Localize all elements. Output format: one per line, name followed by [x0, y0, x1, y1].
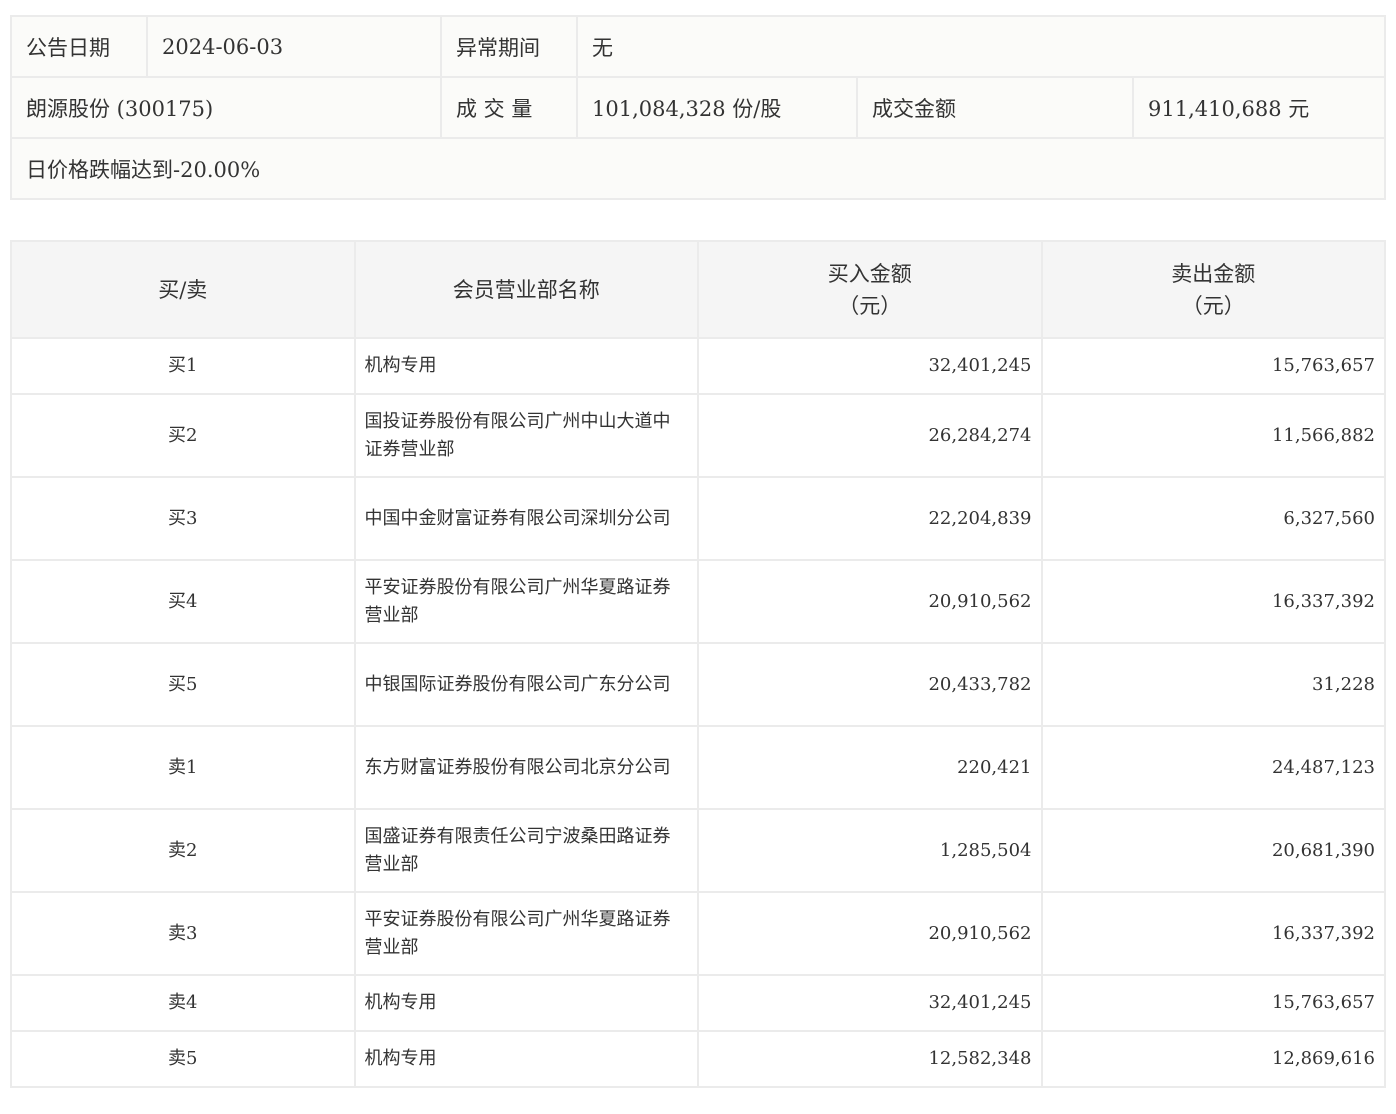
cell-sell: 12,869,616: [1040, 1030, 1386, 1088]
table-row: 卖1 东方财富证券股份有限公司北京分公司 220,421 24,487,123: [10, 725, 1386, 810]
cell-buy: 26,284,274: [697, 393, 1043, 478]
cell-name: 机构专用: [353, 974, 699, 1032]
header-side: 买/卖: [10, 240, 356, 339]
volume-label: 成 交 量: [440, 76, 578, 139]
cell-side: 买1: [10, 337, 356, 395]
cell-side: 卖4: [10, 974, 356, 1032]
cell-name: 平安证券股份有限公司广州华夏路证券营业部: [353, 559, 699, 644]
date-label: 公告日期: [10, 15, 148, 78]
cell-buy: 32,401,245: [697, 337, 1043, 395]
table-row: 卖2 国盛证券有限责任公司宁波桑田路证券营业部 1,285,504 20,681,39…: [10, 808, 1386, 893]
cell-side: 卖2: [10, 808, 356, 893]
table-row: 卖3 平安证券股份有限公司广州华夏路证券营业部 20,910,562 16,337,3…: [10, 891, 1386, 976]
cell-side: 买2: [10, 393, 356, 478]
reason: 日价格跌幅达到-20.00%: [10, 137, 1386, 200]
table-row: 买3 中国中金财富证券有限公司深圳分公司 22,204,839 6,327,560: [10, 476, 1386, 561]
cell-sell: 20,681,390: [1040, 808, 1386, 893]
amount-label: 成交金额: [856, 76, 1134, 139]
table-row: 买5 中银国际证券股份有限公司广东分公司 20,433,782 31,228: [10, 642, 1386, 727]
cell-buy: 12,582,348: [697, 1030, 1043, 1088]
header-sell: 卖出金额 （元）: [1040, 240, 1386, 339]
cell-name: 中银国际证券股份有限公司广东分公司: [353, 642, 699, 727]
cell-sell: 15,763,657: [1040, 337, 1386, 395]
cell-buy: 22,204,839: [697, 476, 1043, 561]
header-buy-unit: （元）: [838, 293, 902, 318]
cell-name: 国盛证券有限责任公司宁波桑田路证券营业部: [353, 808, 699, 893]
cell-name: 国投证券股份有限公司广州中山大道中证券营业部: [353, 393, 699, 478]
header-sell-unit: （元）: [1181, 293, 1245, 318]
announcement-info-table: 公告日期 2024-06-03 异常期间 无 朗源股份 (300175) 成 交…: [10, 15, 1386, 200]
cell-sell: 16,337,392: [1040, 559, 1386, 644]
cell-name: 机构专用: [353, 337, 699, 395]
cell-buy: 1,285,504: [697, 808, 1043, 893]
period-value: 无: [576, 15, 1386, 78]
header-sell-label: 卖出金额: [1171, 261, 1256, 286]
table-row: 买4 平安证券股份有限公司广州华夏路证券营业部 20,910,562 16,337,3…: [10, 559, 1386, 644]
stock-name: 朗源股份 (300175): [10, 76, 442, 139]
cell-sell: 24,487,123: [1040, 725, 1386, 810]
cell-side: 买4: [10, 559, 356, 644]
volume-value: 101,084,328 份/股: [576, 76, 858, 139]
table-row: 买1 机构专用 32,401,245 15,763,657: [10, 337, 1386, 395]
cell-side: 卖3: [10, 891, 356, 976]
cell-name: 中国中金财富证券有限公司深圳分公司: [353, 476, 699, 561]
cell-side: 买5: [10, 642, 356, 727]
trading-seats-table: 买/卖 会员营业部名称 买入金额 （元） 卖出金额 （元） 买1 机构专用 32,401…: [10, 240, 1386, 1088]
header-buy: 买入金额 （元）: [697, 240, 1043, 339]
cell-sell: 15,763,657: [1040, 974, 1386, 1032]
cell-buy: 32,401,245: [697, 974, 1043, 1032]
amount-value: 911,410,688 元: [1132, 76, 1386, 139]
header-name: 会员营业部名称: [353, 240, 699, 339]
cell-sell: 31,228: [1040, 642, 1386, 727]
table-row: 卖4 机构专用 32,401,245 15,763,657: [10, 974, 1386, 1032]
cell-side: 买3: [10, 476, 356, 561]
cell-name: 东方财富证券股份有限公司北京分公司: [353, 725, 699, 810]
date-value: 2024-06-03: [146, 15, 442, 78]
cell-side: 卖5: [10, 1030, 356, 1088]
cell-sell: 11,566,882: [1040, 393, 1386, 478]
cell-buy: 20,910,562: [697, 559, 1043, 644]
cell-buy: 20,433,782: [697, 642, 1043, 727]
cell-name: 平安证券股份有限公司广州华夏路证券营业部: [353, 891, 699, 976]
table-row: 买2 国投证券股份有限公司广州中山大道中证券营业部 26,284,274 11,566…: [10, 393, 1386, 478]
period-label: 异常期间: [440, 15, 578, 78]
cell-buy: 20,910,562: [697, 891, 1043, 976]
cell-buy: 220,421: [697, 725, 1043, 810]
cell-sell: 6,327,560: [1040, 476, 1386, 561]
table-row: 卖5 机构专用 12,582,348 12,869,616: [10, 1030, 1386, 1088]
cell-name: 机构专用: [353, 1030, 699, 1088]
cell-sell: 16,337,392: [1040, 891, 1386, 976]
cell-side: 卖1: [10, 725, 356, 810]
header-buy-label: 买入金额: [827, 261, 912, 286]
